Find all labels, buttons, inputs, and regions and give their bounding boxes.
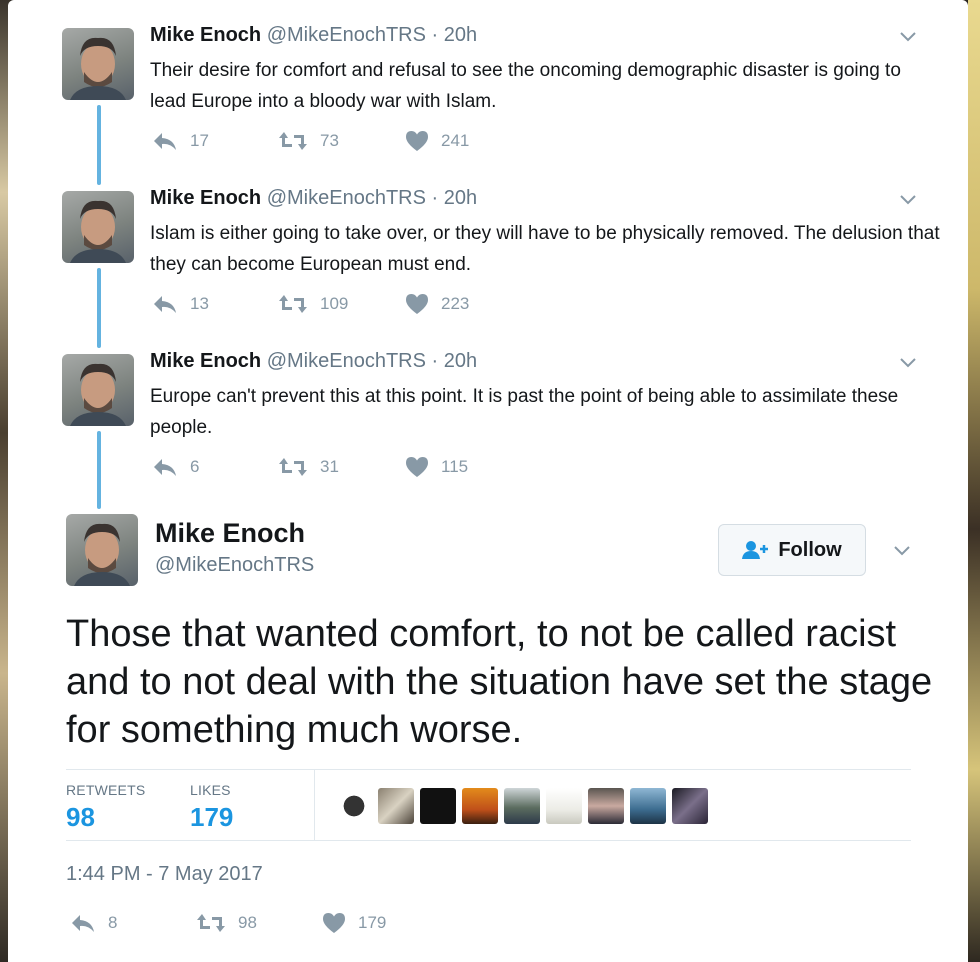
like-count: 223 xyxy=(441,294,470,313)
divider xyxy=(66,840,911,841)
separator: · xyxy=(431,350,439,372)
tweet-timestamp[interactable]: 1:44 PM - 7 May 2017 xyxy=(66,863,263,886)
retweets-stat-label[interactable]: RETWEETS xyxy=(66,782,145,798)
main-tweet-text: Those that wanted comfort, to not be cal… xyxy=(66,613,933,751)
retweet-count: 98 xyxy=(238,913,257,932)
reply-icon xyxy=(154,459,176,476)
main-author-handle[interactable]: @MikeEnochTRS xyxy=(155,554,314,577)
liker-avatar[interactable] xyxy=(672,788,708,824)
chevron-down-icon[interactable] xyxy=(892,540,912,560)
retweet-button[interactable]: 98 xyxy=(196,912,257,934)
avatar[interactable] xyxy=(62,354,134,426)
like-button[interactable]: 115 xyxy=(405,456,468,478)
retweet-icon xyxy=(279,458,307,476)
tweet-text: Their desire for comfort and refusal to … xyxy=(150,60,901,112)
author-name[interactable]: Mike Enoch xyxy=(150,187,261,209)
reply-icon xyxy=(154,296,176,313)
tweet-card: Mike Enoch @MikeEnochTRS · 20h Their des… xyxy=(8,0,968,962)
heart-icon xyxy=(323,913,345,933)
reply-count: 17 xyxy=(190,131,209,150)
author-handle[interactable]: @MikeEnochTRS xyxy=(267,350,426,372)
chevron-down-icon[interactable] xyxy=(898,189,918,209)
heart-icon xyxy=(406,294,428,314)
retweet-button[interactable]: 109 xyxy=(278,293,348,315)
divider xyxy=(314,770,315,840)
separator: · xyxy=(431,24,439,46)
liker-avatar[interactable] xyxy=(546,788,582,824)
author-handle[interactable]: @MikeEnochTRS xyxy=(267,24,426,46)
main-author-name[interactable]: Mike Enoch xyxy=(155,518,305,549)
background-edge-right xyxy=(968,0,980,962)
reply-button[interactable]: 8 xyxy=(70,912,117,934)
reply-icon xyxy=(72,915,94,932)
thread-tweet[interactable]: Mike Enoch @MikeEnochTRS · 20h Europe ca… xyxy=(8,326,968,489)
chevron-down-icon[interactable] xyxy=(898,352,918,372)
avatar[interactable] xyxy=(62,191,134,263)
separator: · xyxy=(431,187,439,209)
add-user-icon xyxy=(742,541,769,559)
reply-count: 6 xyxy=(190,457,200,476)
like-count: 241 xyxy=(441,131,470,150)
retweet-count: 109 xyxy=(320,294,349,313)
tweet-time[interactable]: 20h xyxy=(444,350,477,372)
chevron-down-icon[interactable] xyxy=(898,26,918,46)
tweet-header: Mike Enoch @MikeEnochTRS · 20h xyxy=(150,187,477,210)
reply-button[interactable]: 17 xyxy=(152,130,209,152)
liker-avatar[interactable] xyxy=(588,788,624,824)
like-button[interactable]: 241 xyxy=(405,130,469,152)
reply-button[interactable]: 13 xyxy=(152,293,209,315)
author-name[interactable]: Mike Enoch xyxy=(150,350,261,372)
retweet-icon xyxy=(197,914,225,932)
liker-avatar[interactable] xyxy=(504,788,540,824)
reply-count: 8 xyxy=(108,913,118,932)
like-button[interactable]: 223 xyxy=(405,293,469,315)
thread-tweet[interactable]: Mike Enoch @MikeEnochTRS · 20h Islam is … xyxy=(8,163,968,326)
divider xyxy=(66,769,911,770)
retweet-button[interactable]: 73 xyxy=(278,130,339,152)
liker-avatar[interactable] xyxy=(462,788,498,824)
follow-label: Follow xyxy=(778,538,842,561)
retweets-stat-value[interactable]: 98 xyxy=(66,802,95,833)
likes-stat-value[interactable]: 179 xyxy=(190,802,233,833)
author-name[interactable]: Mike Enoch xyxy=(150,24,261,46)
tweet-time[interactable]: 20h xyxy=(444,24,477,46)
follow-button[interactable]: Follow xyxy=(718,524,866,576)
liker-avatar[interactable] xyxy=(378,788,414,824)
avatar[interactable] xyxy=(62,28,134,100)
like-button[interactable]: 179 xyxy=(322,912,386,934)
heart-icon xyxy=(406,131,428,151)
tweet-time[interactable]: 20h xyxy=(444,187,477,209)
liker-avatar[interactable] xyxy=(420,788,456,824)
retweet-count: 31 xyxy=(320,457,339,476)
retweet-button[interactable]: 31 xyxy=(278,456,339,478)
retweet-icon xyxy=(279,295,307,313)
tweet-header: Mike Enoch @MikeEnochTRS · 20h xyxy=(150,350,477,373)
tweet-header: Mike Enoch @MikeEnochTRS · 20h xyxy=(150,24,477,47)
reply-count: 13 xyxy=(190,294,209,313)
author-handle[interactable]: @MikeEnochTRS xyxy=(267,187,426,209)
main-avatar[interactable] xyxy=(66,514,138,586)
liker-avatar[interactable] xyxy=(336,788,372,824)
reply-button[interactable]: 6 xyxy=(152,456,199,478)
tweet-text: Islam is either going to take over, or t… xyxy=(150,223,940,275)
thread-tweet[interactable]: Mike Enoch @MikeEnochTRS · 20h Their des… xyxy=(8,0,968,163)
reply-icon xyxy=(154,133,176,150)
retweet-count: 73 xyxy=(320,131,339,150)
like-count: 179 xyxy=(358,913,387,932)
likes-stat-label[interactable]: LIKES xyxy=(190,782,231,798)
retweet-icon xyxy=(279,132,307,150)
tweet-text: Europe can't prevent this at this point.… xyxy=(150,386,899,438)
like-count: 115 xyxy=(441,457,469,476)
heart-icon xyxy=(406,457,428,477)
liker-avatar[interactable] xyxy=(630,788,666,824)
